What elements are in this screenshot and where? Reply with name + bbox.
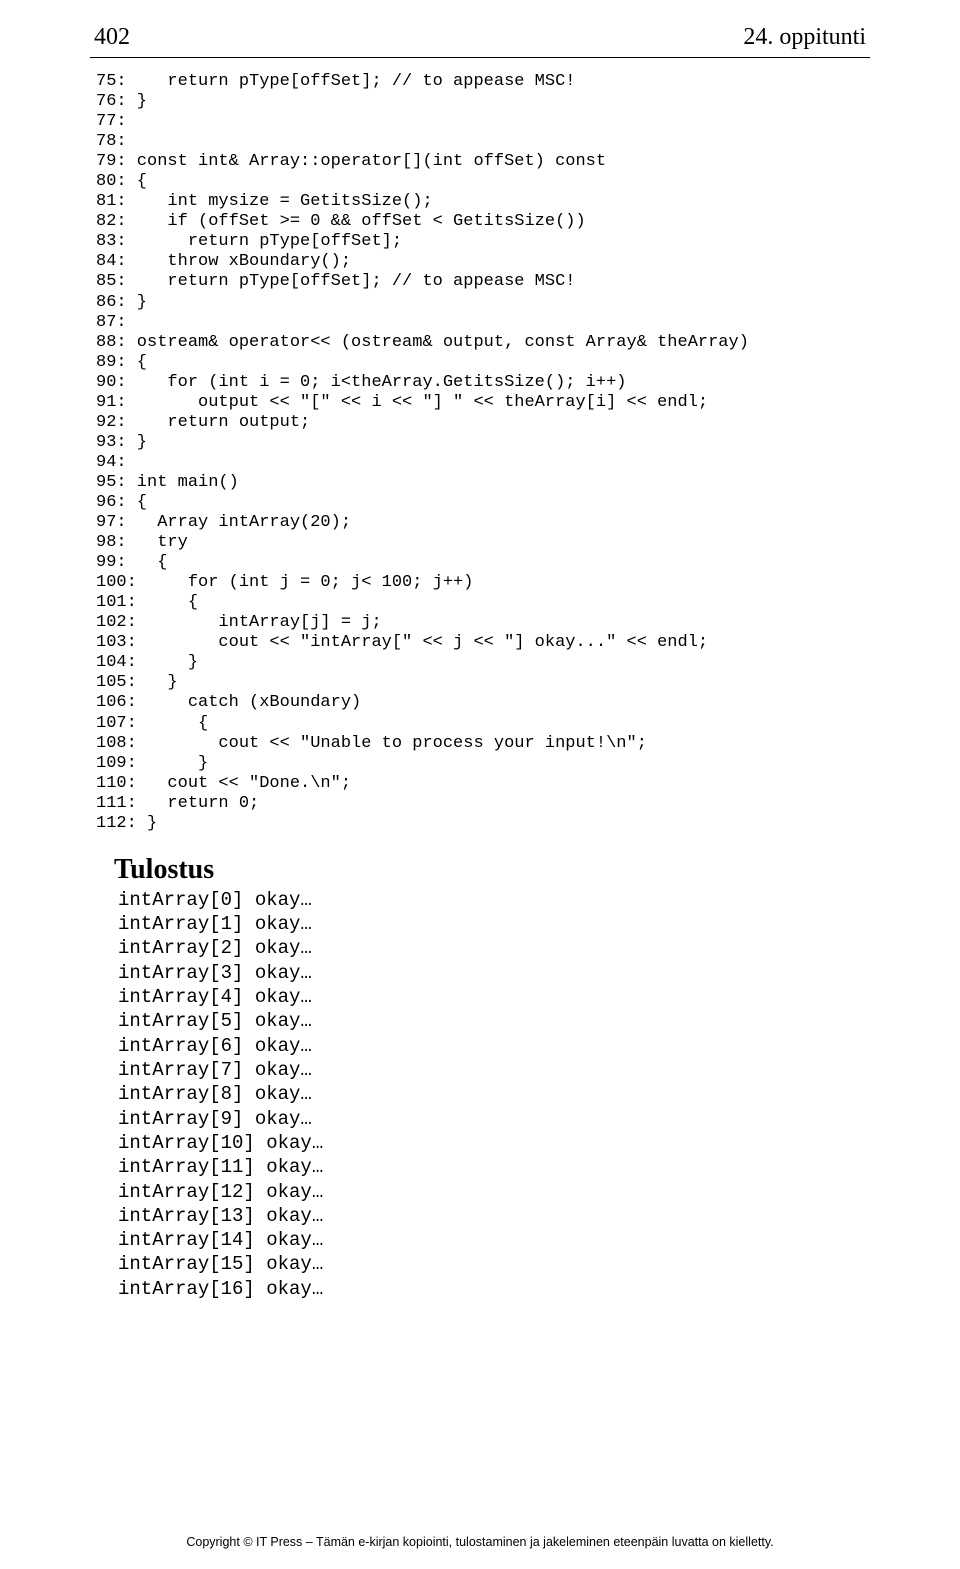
code-listing: 75: return pType[offSet]; // to appease … [96, 72, 870, 834]
page-number: 402 [94, 24, 130, 51]
copyright-footer: Copyright © IT Press – Tämän e-kirjan ko… [0, 1535, 960, 1549]
chapter-title: 24. oppitunti [743, 24, 866, 51]
page: 402 24. oppitunti 75: return pType[offSe… [0, 0, 960, 1569]
output-heading: Tulostus [114, 854, 870, 886]
page-header: 402 24. oppitunti [90, 24, 870, 55]
program-output: intArray[0] okay… intArray[1] okay… intA… [118, 888, 870, 1301]
header-rule [90, 57, 870, 58]
